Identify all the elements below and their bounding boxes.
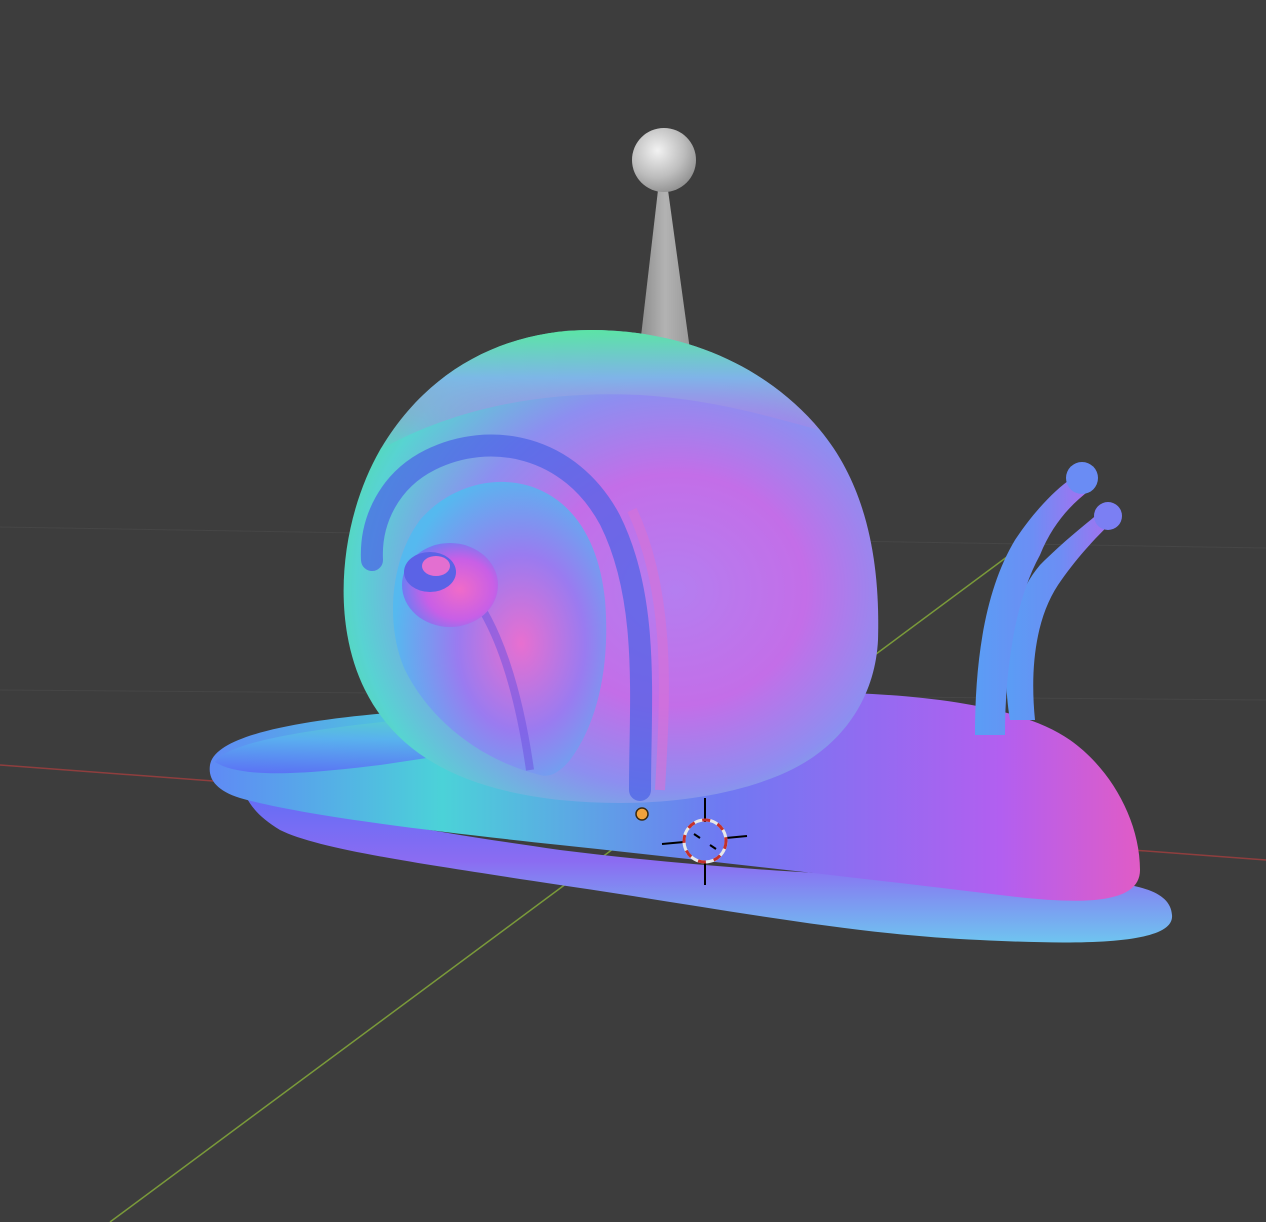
origin-point-icon — [635, 807, 649, 821]
snail-object[interactable] — [209, 330, 1173, 943]
snail-shell-apex-center — [422, 556, 450, 576]
light-gizmo[interactable] — [632, 128, 696, 350]
snail-tentacle-front-tip — [1066, 462, 1098, 494]
snail-tentacle-back-tip — [1094, 502, 1122, 530]
viewport-canvas[interactable] — [0, 0, 1266, 1222]
light-bulb — [632, 128, 696, 192]
light-cone — [640, 190, 690, 350]
3d-viewport[interactable] — [0, 0, 1266, 1222]
